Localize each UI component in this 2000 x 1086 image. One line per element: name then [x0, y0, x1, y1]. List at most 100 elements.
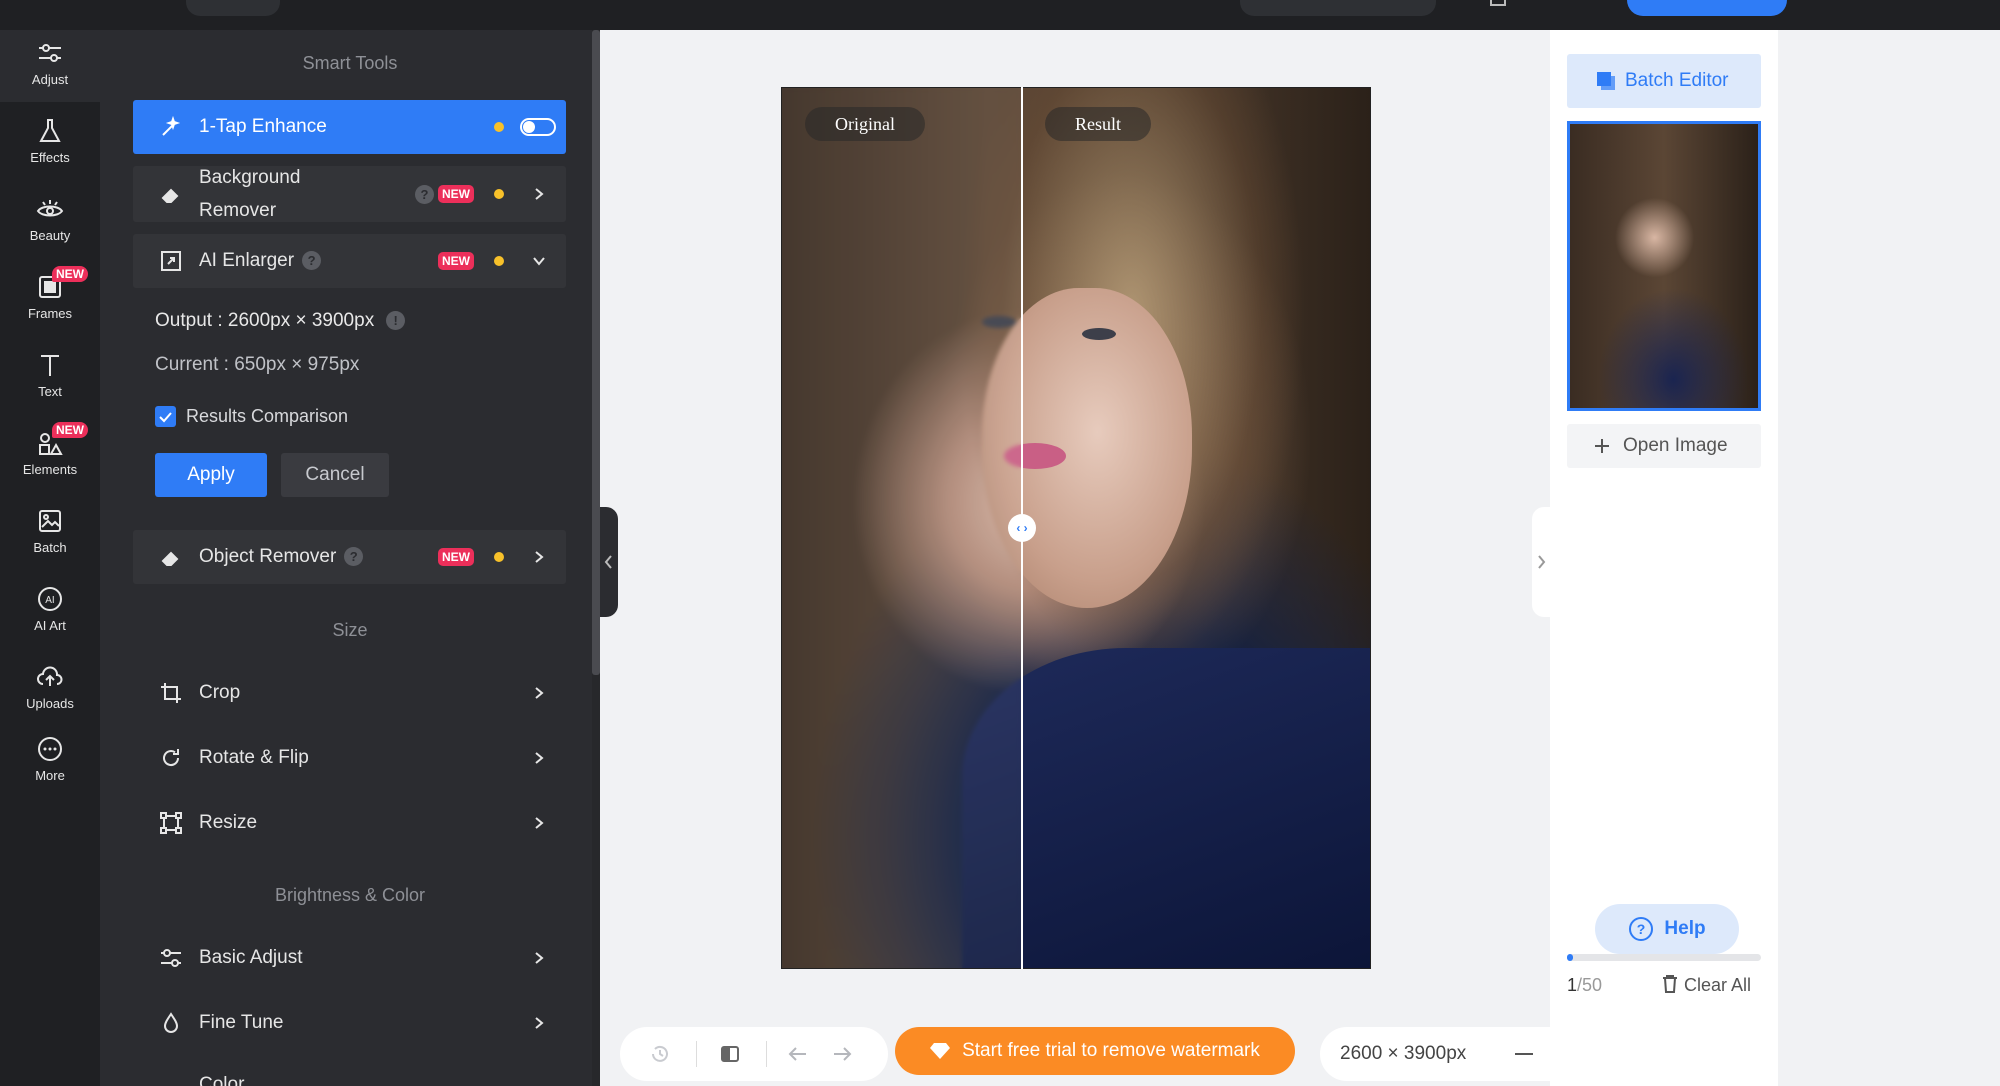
tool-label: Fine Tune	[199, 1012, 284, 1033]
plus-icon	[1595, 439, 1609, 453]
help-icon[interactable]: ?	[344, 547, 364, 567]
original-tag: Original	[805, 107, 925, 141]
drop-icon	[163, 1012, 179, 1033]
rail-label: Text	[38, 384, 62, 399]
help-label: Help	[1664, 918, 1706, 939]
images-icon	[39, 510, 61, 532]
clear-all-label: Clear All	[1684, 975, 1752, 995]
section-title-brightness-color: Brightness & Color	[274, 885, 426, 905]
tool-1-tap-enhance[interactable]: 1-Tap Enhance	[133, 100, 566, 154]
top-primary-button[interactable]	[1627, 0, 1787, 16]
diamond-icon	[930, 1043, 951, 1059]
tool-label: Resize	[199, 812, 258, 833]
free-trial-button[interactable]: Start free trial to remove watermark	[895, 1027, 1295, 1075]
rail-item-more[interactable]: More	[0, 726, 100, 798]
rail-item-effects[interactable]: Effects	[0, 108, 100, 180]
compare-icon[interactable]	[718, 1042, 742, 1066]
top-square-icon[interactable]	[1490, 0, 1506, 6]
current-size-text: Current : 650px × 975px	[155, 354, 360, 375]
status-dot	[494, 122, 504, 132]
rail-item-adjust[interactable]: Adjust	[0, 30, 100, 102]
info-icon[interactable]: !	[386, 311, 406, 331]
top-bar	[0, 0, 2000, 30]
eraser-icon	[161, 188, 179, 203]
rail-item-batch[interactable]: Batch	[0, 498, 100, 570]
status-dot	[494, 256, 504, 266]
tool-background-remover[interactable]: Background Remover ? NEW	[133, 166, 566, 222]
rail-label: Effects	[30, 150, 70, 165]
tool-ai-enlarger[interactable]: AI Enlarger? NEW	[133, 234, 566, 288]
chevron-right-icon	[535, 188, 544, 200]
chevron-right-icon	[535, 952, 544, 964]
help-button[interactable]: ? Help	[1595, 904, 1739, 954]
rail-item-elements[interactable]: Elements NEW	[0, 420, 100, 492]
enhance-toggle[interactable]	[520, 118, 556, 136]
tool-label-line2: Remover	[199, 200, 277, 221]
panel-scrollbar-thumb[interactable]	[592, 30, 600, 675]
undo-arrow-icon[interactable]	[786, 1042, 810, 1066]
batch-editor-label: Batch Editor	[1625, 70, 1729, 91]
rail-item-frames[interactable]: Frames NEW	[0, 264, 100, 336]
tool-label: Crop	[199, 682, 241, 703]
rail-item-text[interactable]: Text	[0, 342, 100, 414]
status-dot	[494, 552, 504, 562]
rotate-icon	[163, 749, 180, 767]
top-menu-pill[interactable]	[186, 0, 280, 16]
tool-fine-tune[interactable]: Fine Tune	[133, 996, 566, 1050]
rail-item-uploads[interactable]: Uploads	[0, 654, 100, 726]
tool-label-text: AI Enlarger	[199, 250, 295, 271]
image-count-current: 1	[1567, 975, 1578, 995]
tool-crop[interactable]: Crop	[133, 666, 566, 720]
sliders-icon	[39, 44, 61, 62]
tool-label: Rotate & Flip	[199, 747, 309, 768]
sliders-icon	[161, 949, 181, 967]
history-icon[interactable]	[648, 1042, 672, 1066]
zoom-control: 2600 × 3900px	[1320, 1027, 1550, 1081]
magic-wand-icon	[162, 115, 181, 136]
rail-label: Adjust	[31, 72, 69, 87]
comparison-drag-handle[interactable]: ‹ ›	[1008, 514, 1036, 542]
chevron-left-icon	[604, 555, 612, 569]
new-badge: NEW	[438, 185, 474, 203]
collapse-panel-handle[interactable]	[600, 507, 618, 617]
redo-arrow-icon[interactable]	[830, 1042, 854, 1066]
enlarge-icon	[161, 251, 181, 271]
apply-button[interactable]: Apply	[155, 453, 267, 497]
tool-label-line1: Background	[199, 167, 301, 188]
svg-text:?: ?	[1637, 921, 1646, 937]
tool-basic-adjust[interactable]: Basic Adjust	[133, 931, 566, 985]
tool-label: Basic Adjust	[199, 947, 303, 968]
help-icon[interactable]: ?	[302, 251, 322, 271]
rail-label: Beauty	[29, 228, 71, 243]
results-comparison-checkbox[interactable]	[155, 406, 176, 427]
clear-all-button[interactable]: Clear All	[1662, 975, 1751, 996]
help-icon[interactable]: ?	[415, 184, 434, 204]
open-image-button[interactable]: Open Image	[1567, 424, 1761, 468]
rail-label: Uploads	[26, 696, 74, 711]
rail-item-beauty[interactable]: Beauty	[0, 186, 100, 258]
batch-editor-button[interactable]: Batch Editor	[1567, 54, 1761, 108]
output-size-value: Output : 2600px × 3900px	[155, 310, 375, 331]
tool-resize[interactable]: Resize	[133, 796, 566, 850]
top-search-pill[interactable]	[1240, 0, 1436, 16]
rail-item-ai-art[interactable]: AI AI Art	[0, 576, 100, 648]
cancel-button[interactable]: Cancel	[281, 453, 389, 497]
check-icon	[159, 412, 172, 423]
zoom-out-icon[interactable]	[1515, 1053, 1533, 1055]
cloud-upload-icon	[37, 666, 63, 686]
tool-label: 1-Tap Enhance	[199, 116, 327, 137]
chevron-down-icon	[533, 257, 545, 266]
chevron-right-icon	[535, 1017, 544, 1029]
tool-label-text: Object Remover	[199, 546, 337, 567]
comparison-image[interactable]	[781, 87, 1371, 969]
tool-object-remover[interactable]: Object Remover? NEW	[133, 530, 566, 584]
chevron-right-icon	[1538, 555, 1546, 569]
image-thumbnail[interactable]	[1567, 121, 1761, 411]
result-tag: Result	[1045, 107, 1152, 141]
collapse-right-panel-handle[interactable]	[1532, 507, 1550, 617]
chevron-right-icon	[535, 551, 544, 563]
trash-icon	[1663, 975, 1677, 993]
tool-color[interactable]: Color	[133, 1060, 566, 1086]
status-dot	[494, 189, 504, 199]
tool-rotate-flip[interactable]: Rotate & Flip	[133, 731, 566, 785]
